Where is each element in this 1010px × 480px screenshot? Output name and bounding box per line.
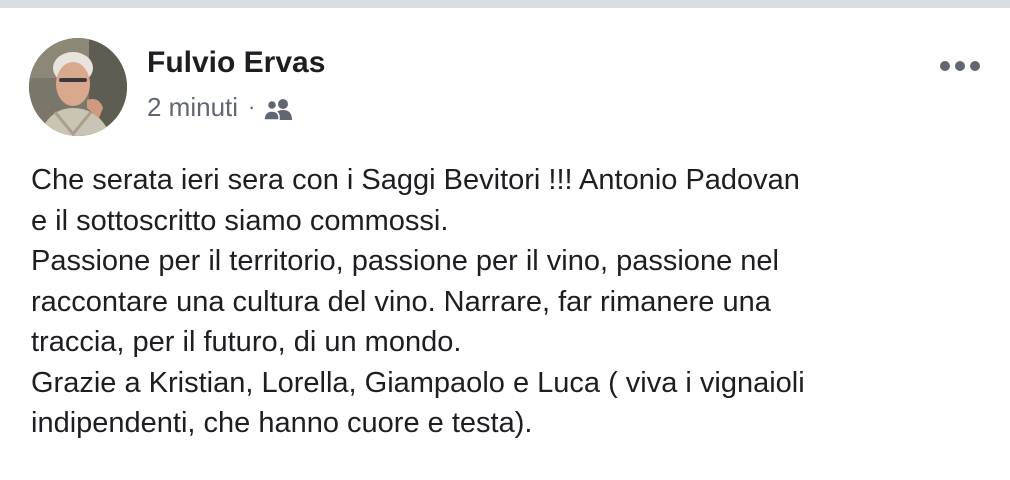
friends-icon[interactable]: [263, 96, 293, 121]
post-text-line: Grazie a Kristian, Lorella, Giampaolo e …: [31, 366, 805, 399]
menu-dot: [970, 61, 980, 71]
more-options-icon[interactable]: [940, 56, 980, 76]
post-text-line: traccia, per il futuro, di un mondo.: [31, 326, 462, 358]
top-divider-bar: [0, 0, 1010, 8]
avatar[interactable]: [29, 38, 127, 136]
post-card: Fulvio Ervas 2 minuti · Che serata ieri …: [0, 8, 1010, 480]
post-text-line: indipendenti, che hanno cuore e testa).: [31, 407, 533, 439]
post-text-line: Passione per il territorio, passione per…: [31, 245, 779, 277]
post-meta: 2 minuti ·: [147, 92, 293, 122]
menu-dot: [955, 61, 965, 71]
post-text-line: Che serata ieri sera con i Saggi Bevitor…: [31, 164, 800, 196]
meta-separator: ·: [248, 94, 256, 119]
post-body: Che serata ieri sera con i Saggi Bevitor…: [31, 160, 991, 444]
author-name[interactable]: Fulvio Ervas: [147, 46, 325, 80]
menu-dot: [940, 61, 950, 71]
post-timestamp[interactable]: 2 minuti: [147, 92, 238, 123]
post-text-line: e il sottoscritto siamo commossi.: [31, 204, 449, 237]
avatar-photo: [29, 38, 127, 136]
post-text-line: raccontare una cultura del vino. Narrare…: [31, 285, 771, 318]
